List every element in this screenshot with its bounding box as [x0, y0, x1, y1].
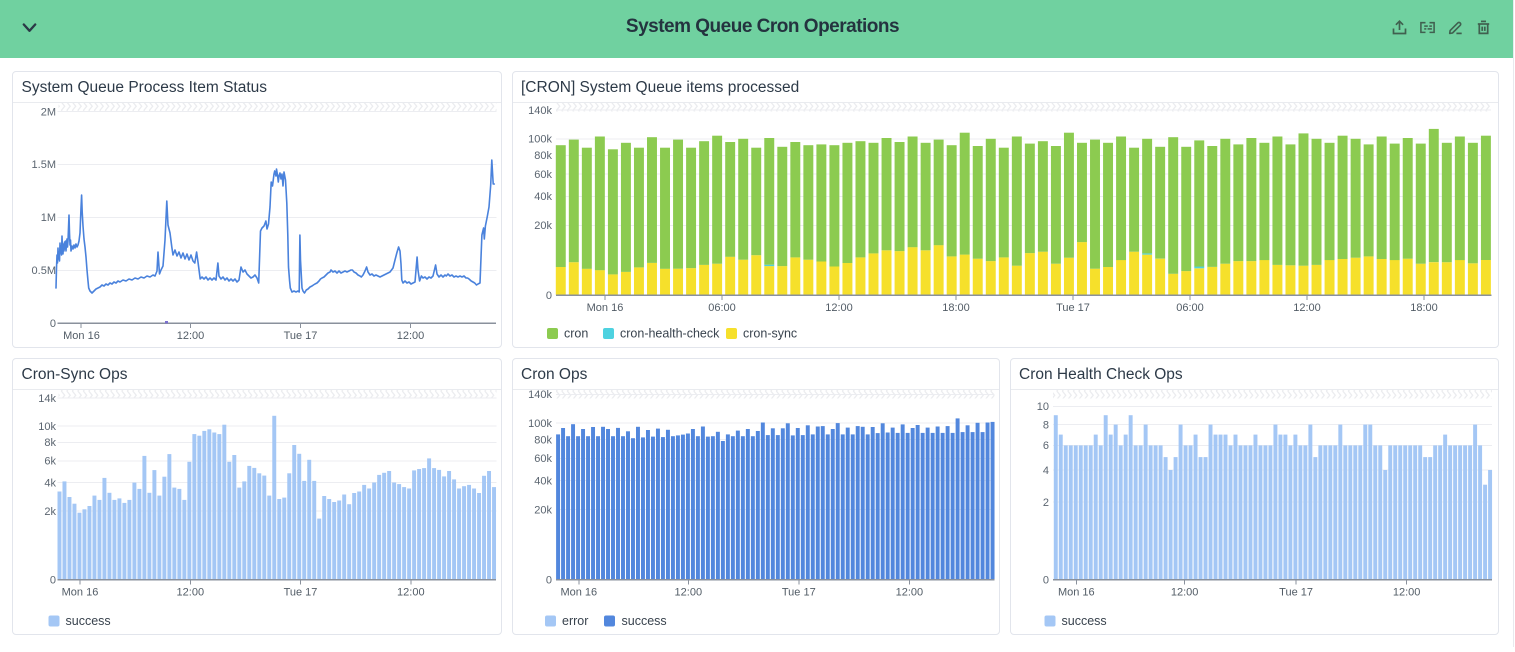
svg-text:18:00: 18:00 [942, 302, 970, 314]
svg-text:6: 6 [1043, 440, 1049, 452]
svg-text:0: 0 [1043, 574, 1049, 586]
svg-text:10: 10 [1037, 401, 1049, 413]
svg-text:2M: 2M [41, 106, 56, 118]
svg-text:20k: 20k [534, 504, 552, 516]
svg-text:Tue 17: Tue 17 [782, 587, 816, 599]
svg-text:60k: 60k [534, 169, 552, 181]
svg-text:0: 0 [50, 574, 56, 586]
svg-text:0: 0 [546, 290, 552, 302]
svg-text:12:00: 12:00 [1393, 587, 1421, 599]
svg-text:18:00: 18:00 [1410, 302, 1438, 314]
svg-text:100k: 100k [528, 134, 552, 146]
svg-text:140k: 140k [528, 389, 552, 401]
svg-text:6k: 6k [44, 456, 56, 468]
svg-text:1.5M: 1.5M [32, 159, 56, 171]
svg-text:80k: 80k [534, 150, 552, 162]
svg-text:Tue 17: Tue 17 [284, 587, 318, 599]
svg-text:Tue 17: Tue 17 [1279, 587, 1313, 599]
svg-text:Mon 16: Mon 16 [1058, 587, 1095, 599]
svg-text:12:00: 12:00 [1171, 587, 1199, 599]
svg-text:0.5M: 0.5M [32, 265, 56, 277]
svg-text:10k: 10k [38, 421, 56, 433]
svg-text:80k: 80k [534, 434, 552, 446]
svg-text:12:00: 12:00 [825, 302, 853, 314]
svg-text:140k: 140k [528, 105, 552, 117]
svg-text:12:00: 12:00 [675, 587, 703, 599]
svg-text:8k: 8k [44, 437, 56, 449]
svg-text:12:00: 12:00 [896, 587, 924, 599]
svg-text:success: success [622, 614, 667, 628]
svg-text:Mon 16: Mon 16 [560, 587, 597, 599]
svg-text:100k: 100k [528, 418, 552, 430]
svg-text:4k: 4k [44, 477, 56, 489]
svg-text:60k: 60k [534, 453, 552, 465]
svg-text:Mon 16: Mon 16 [62, 587, 99, 599]
svg-text:06:00: 06:00 [1176, 302, 1204, 314]
svg-text:cron-sync: cron-sync [743, 327, 797, 341]
svg-text:12:00: 12:00 [397, 330, 425, 342]
svg-text:40k: 40k [534, 475, 552, 487]
svg-text:12:00: 12:00 [397, 587, 425, 599]
svg-text:cron-health-check: cron-health-check [620, 327, 720, 341]
svg-text:0: 0 [546, 574, 552, 586]
svg-text:Tue 17: Tue 17 [284, 330, 318, 342]
svg-text:error: error [562, 614, 588, 628]
svg-text:1M: 1M [41, 212, 56, 224]
svg-text:12:00: 12:00 [177, 330, 205, 342]
svg-text:12:00: 12:00 [1293, 302, 1321, 314]
svg-text:success: success [66, 614, 111, 628]
svg-text:2: 2 [1043, 497, 1049, 509]
svg-text:40k: 40k [534, 191, 552, 203]
svg-text:cron: cron [564, 327, 588, 341]
svg-text:20k: 20k [534, 220, 552, 232]
svg-text:06:00: 06:00 [708, 302, 736, 314]
svg-text:8: 8 [1043, 419, 1049, 431]
svg-text:success: success [1062, 614, 1107, 628]
svg-text:12:00: 12:00 [177, 587, 205, 599]
svg-text:14k: 14k [38, 393, 56, 405]
svg-text:0: 0 [50, 318, 56, 330]
svg-text:4: 4 [1043, 465, 1049, 477]
svg-text:2k: 2k [44, 506, 56, 518]
svg-text:Mon 16: Mon 16 [63, 330, 100, 342]
svg-text:Mon 16: Mon 16 [587, 302, 624, 314]
svg-text:Tue 17: Tue 17 [1056, 302, 1090, 314]
